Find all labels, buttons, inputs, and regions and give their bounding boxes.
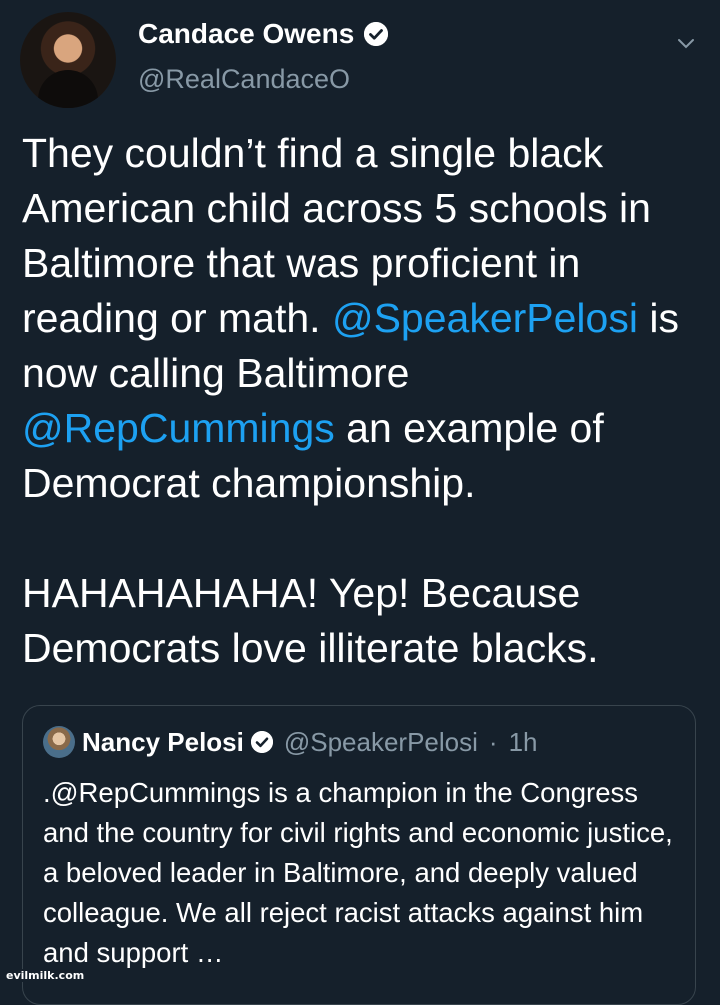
tweet-paragraph-1: They couldn’t find a single black Americ… (22, 126, 702, 511)
author-name[interactable]: Candace Owens (138, 18, 354, 50)
separator-dot: · (488, 726, 498, 757)
verified-badge-icon (250, 731, 273, 753)
watermark: evilmilk.com (4, 969, 87, 982)
author-avatar[interactable] (20, 12, 116, 108)
quoted-tweet-text: .@RepCummings is a champion in the Congr… (43, 777, 673, 968)
quoted-author-handle: @SpeakerPelosi (283, 726, 478, 757)
tweet-paragraph-2: HAHAHAHAHA! Yep! Because Democrats love … (22, 570, 599, 671)
mention-link[interactable]: @RepCummings (22, 405, 335, 451)
chevron-down-icon[interactable] (676, 34, 696, 54)
author-name-row: Candace Owens (138, 18, 389, 50)
quoted-tweet-time: 1h (508, 726, 538, 757)
quoted-author-name: Nancy Pelosi (82, 726, 244, 757)
tweet-text: They couldn’t find a single black Americ… (22, 126, 702, 676)
author-handle[interactable]: @RealCandaceO (138, 64, 350, 95)
quoted-tweet-header: Nancy Pelosi @SpeakerPelosi · 1h (43, 726, 538, 758)
tweet-header: Candace Owens @RealCandaceO (20, 12, 720, 108)
verified-badge-icon (364, 22, 389, 46)
quoted-author-avatar (43, 726, 75, 758)
mention-link[interactable]: @SpeakerPelosi (332, 295, 638, 341)
quoted-tweet[interactable]: Nancy Pelosi @SpeakerPelosi · 1h .@RepCu… (22, 705, 696, 1005)
